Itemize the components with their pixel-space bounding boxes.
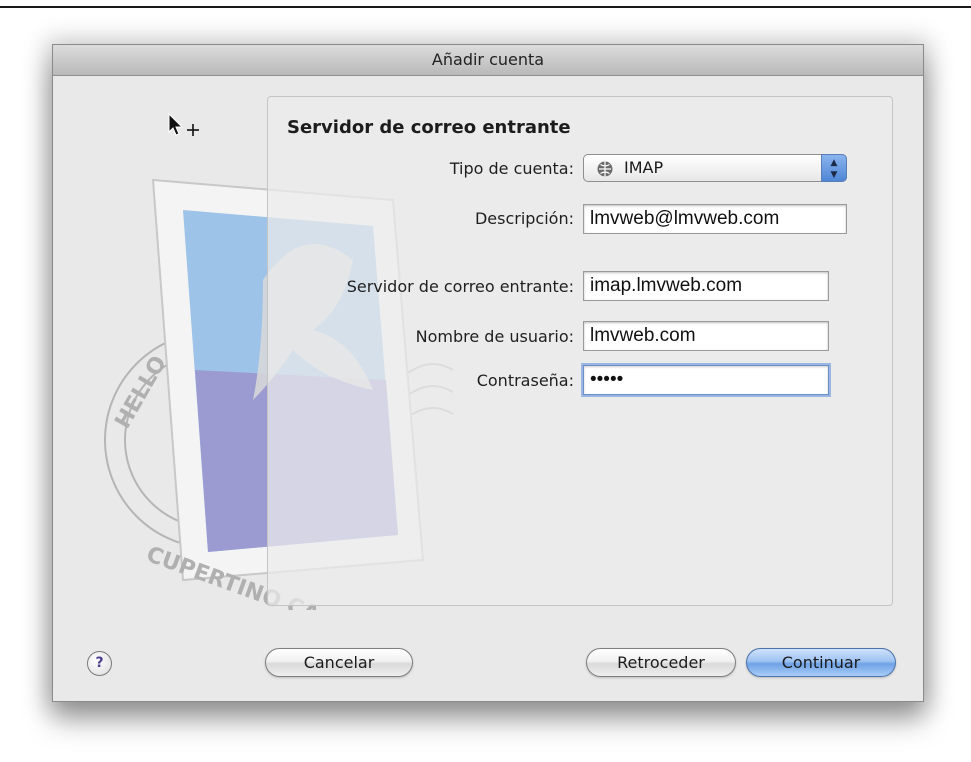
username-label: Nombre de usuario: <box>415 327 574 346</box>
window-title: Añadir cuenta <box>53 45 923 76</box>
password-label: Contraseña: <box>476 371 574 390</box>
description-label: Descripción: <box>474 209 574 228</box>
select-arrows-icon: ▲ ▼ <box>821 154 847 182</box>
top-divider <box>0 6 971 8</box>
globe-icon <box>597 161 613 177</box>
account-type-value: IMAP <box>624 158 664 177</box>
section-heading: Servidor de correo entrante <box>287 117 571 138</box>
description-field[interactable]: lmvweb@lmvweb.com <box>583 204 847 234</box>
password-field[interactable]: ••••• <box>583 365 829 395</box>
back-button[interactable]: Retroceder <box>586 648 736 677</box>
account-type-select[interactable]: IMAP ▲ ▼ <box>583 154 847 182</box>
cancel-button[interactable]: Cancelar <box>265 648 413 677</box>
move-cursor-icon <box>168 112 199 136</box>
incoming-server-field[interactable]: imap.lmvweb.com <box>583 271 829 301</box>
username-field[interactable]: lmvweb.com <box>583 321 829 351</box>
account-type-label: Tipo de cuenta: <box>449 159 574 178</box>
add-account-dialog: Añadir cuenta HELLO CUPERTINO CA Servido… <box>52 44 924 702</box>
continue-button[interactable]: Continuar <box>746 648 896 677</box>
help-button[interactable]: ? <box>87 651 112 676</box>
incoming-server-label: Servidor de correo entrante: <box>346 277 574 296</box>
stamp-text-top: HELLO <box>111 352 172 433</box>
